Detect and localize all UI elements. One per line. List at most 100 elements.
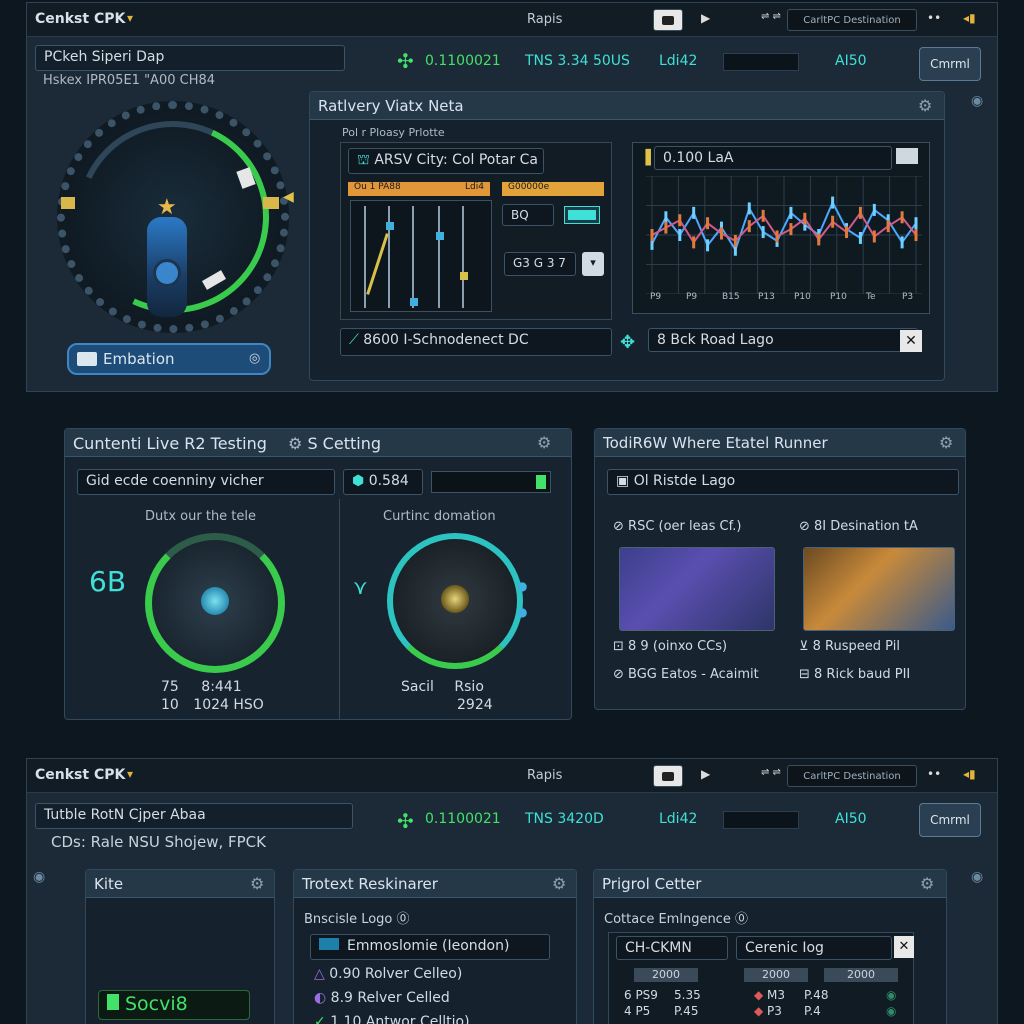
stat-value: 8:441 [201,679,242,695]
circle-icon[interactable]: ◉ [971,93,983,109]
search-input[interactable]: Tutble RotN Cjper Abaa [35,803,353,829]
download-icon: ⊻ [799,639,813,654]
ch-field[interactable]: CH-CKMN [616,936,728,960]
list-item-5[interactable]: ⊘ BGG Eatos - Acaimit [613,667,759,682]
slider-handle[interactable] [386,222,394,230]
list-item[interactable]: ◐ 8.9 Relver Celled [314,990,450,1006]
cursor-icon[interactable]: ▶ [701,767,710,781]
dial-tick-marker [61,197,75,209]
table-cell: 6 PS9 [624,988,658,1002]
stat-4: AI50 [835,811,867,827]
list-item[interactable]: △ 0.90 Rolver Celleo) [314,966,462,982]
window-main: Cenkst CPK ▾ Rapis ▶ ⇌ ⇌ CarltPC Destina… [26,2,998,392]
status-dot-icon: ◉ [886,1004,897,1018]
small-input[interactable]: BQ [502,204,554,226]
stat-1: 0.1100021 [425,811,501,827]
toggle-icon[interactable]: ◎ [249,351,260,366]
list-item-3[interactable]: ⊡ 8 9 (oinxo CCs) [613,639,727,654]
road-lago-field[interactable]: 8 Bck Road Lago [648,328,918,352]
tag-orange-2[interactable]: G00000e [502,182,604,196]
bell-icon[interactable]: ◂▮ [963,767,976,781]
settings-icon[interactable]: ⚙ [918,96,932,115]
chart-x-tick-label: P9 [686,292,698,302]
settings-icon[interactable]: ⚙ [250,874,264,893]
slider-handle[interactable] [460,272,468,280]
close-icon[interactable]: ✕ [900,330,922,352]
fan-icon: ✣ [397,809,414,833]
settings-icon[interactable]: ⚙ [920,874,934,893]
destination-badge[interactable]: CarltPC Destination [787,9,917,31]
file-icon: ▣ [616,473,634,489]
destination-badge[interactable]: CarltPC Destination [787,765,917,787]
main-panel-header: Ratlvery Viatx Neta [310,92,944,120]
schnodenect-field[interactable]: ⟋ 8600 I-Schnodenect DC [340,328,612,356]
chevron-down-icon[interactable]: ▾ [127,767,133,781]
more-icon[interactable]: •• [927,767,941,781]
city-field[interactable]: ⛫ ARSV City: Col Potar Ca [348,148,544,174]
settings-icon[interactable]: ⚙ [537,433,551,452]
box-icon [77,352,97,366]
settings-icon[interactable]: ⚙ [939,433,953,452]
list-item-1[interactable]: ⊘ RSC (oer leas Cf.) [613,519,741,534]
toggle-icon [319,938,339,950]
emmoslomie-field[interactable]: Emmoslomie (Ieondon) [310,934,550,960]
embation-button[interactable]: Embation [67,343,271,375]
stat-3: Ldi42 [659,53,698,69]
slider-handle[interactable] [410,298,418,306]
chart-candle [761,226,765,239]
coenniny-field[interactable]: Gid ecde coenniny vicher [77,469,335,495]
cursor-icon[interactable]: ▶ [701,11,710,25]
gear-icon[interactable]: ⚙ [288,434,302,453]
chart-candle [692,206,696,219]
more-icon[interactable]: •• [927,11,941,25]
runner-panel: TodiR6W Where Etatel Runner ⚙ ▣ Ol Ristd… [594,428,966,710]
select-dropdown[interactable]: G3 G 3 7 [504,252,576,276]
slider-track[interactable] [438,206,440,308]
shuffle-icon[interactable]: ⇌ ⇌ [761,767,781,778]
list-item[interactable]: ✓ 1.10 Antwor Celltio) [314,1014,470,1024]
chart-menu-button[interactable] [896,148,918,164]
dial-tick-marker [263,197,279,209]
slider-handle[interactable] [436,232,444,240]
edit-icon: ⊘ [613,519,629,534]
bell-icon[interactable]: ◂▮ [963,11,976,25]
chart-title-field[interactable]: 0.100 LaA [654,146,892,170]
settings-icon[interactable]: ⚙ [552,874,566,893]
slider-track[interactable] [412,206,414,308]
edit-icon: ⊘ [799,519,815,534]
search-input[interactable]: PCkeh Siperi Dap [35,45,345,71]
value-field[interactable]: ⬢ 0.584 [343,469,423,495]
slider-track[interactable] [462,206,464,308]
runner-header: TodiR6W Where Etatel Runner [595,429,965,457]
close-icon[interactable]: ✕ [894,936,914,958]
record-button[interactable] [653,765,683,787]
breadcrumb: Pol r Ploasy Prlotte [342,126,445,139]
toggle-switch[interactable] [564,206,600,224]
command-button[interactable]: Cmrml [919,803,981,837]
command-button[interactable]: Cmrml [919,47,981,81]
chevron-down-icon[interactable]: ▾ [127,11,133,25]
dropdown-button[interactable]: ▾ [582,252,604,276]
terrain-thumbnail[interactable] [803,547,955,631]
list-item-4[interactable]: ⊻ 8 Ruspeed Pil [799,639,900,654]
table-cell: P.4 [804,1004,821,1018]
reskinarer-sub: Bnscisle Logo ⓪ [304,912,410,927]
ristde-lago-field[interactable]: ▣ Ol Ristde Lago [607,469,959,495]
circle-icon[interactable]: ◉ [33,869,45,885]
chart-candle [817,233,821,246]
record-button[interactable] [653,9,683,31]
warning-icon: ◀ [283,189,294,205]
reskinarer-header: Trotext Reskinarer [294,870,576,898]
chart-candle [678,229,682,241]
shuffle-icon[interactable]: ⇌ ⇌ [761,11,781,22]
tag-orange-1[interactable]: Ou 1 PA88 Ldi4 [348,182,490,196]
cerenic-field[interactable]: Cerenic Iog [736,936,892,960]
chart-x-tick-label: P10 [830,292,847,302]
circle-icon[interactable]: ◉ [971,869,983,885]
list-item-6[interactable]: ⊟ 8 Rick baud PII [799,667,910,682]
list-item-2[interactable]: ⊘ 8I Desination tA [799,519,918,534]
move-icon[interactable]: ✥ [620,332,635,353]
chart-candle [761,209,765,222]
map-thumbnail[interactable] [619,547,775,631]
tag-icon: ⛫ [357,152,375,168]
